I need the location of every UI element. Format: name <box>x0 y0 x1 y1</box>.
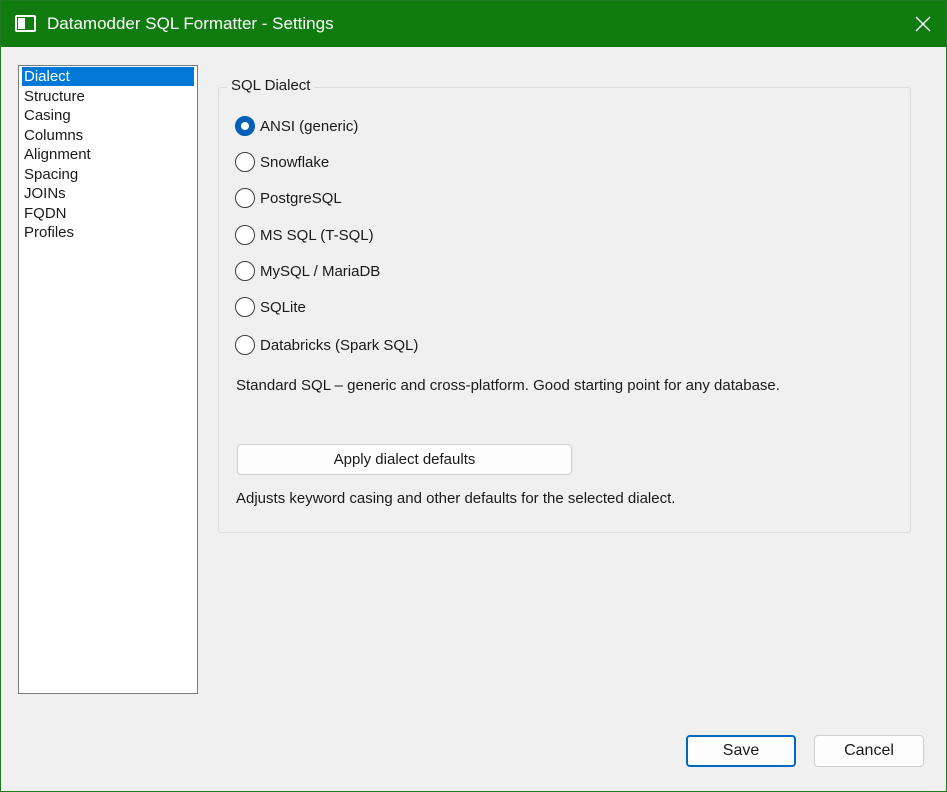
radio-button[interactable] <box>235 335 255 355</box>
radio-button[interactable] <box>235 225 255 245</box>
radio-label: MySQL / MariaDB <box>260 262 381 280</box>
sidebar-item-alignment[interactable]: Alignment <box>22 145 194 164</box>
sidebar-item-columns[interactable]: Columns <box>22 126 194 145</box>
window-icon <box>15 15 36 32</box>
radio-button[interactable] <box>235 297 255 317</box>
dialog-content: Dialect Structure Casing Columns Alignme… <box>1 47 946 791</box>
radio-label: Databricks (Spark SQL) <box>260 336 419 354</box>
sidebar-item-dialect[interactable]: Dialect <box>22 67 194 86</box>
close-button[interactable] <box>900 1 946 47</box>
apply-dialect-defaults-button[interactable]: Apply dialect defaults <box>237 444 572 475</box>
radio-button[interactable] <box>235 152 255 172</box>
save-button[interactable]: Save <box>686 735 796 767</box>
radio-button[interactable] <box>235 261 255 281</box>
radio-label: Snowflake <box>260 153 330 171</box>
radio-button-checked[interactable] <box>235 116 255 136</box>
sidebar-item-casing[interactable]: Casing <box>22 106 194 125</box>
sidebar-item-profiles[interactable]: Profiles <box>22 223 194 242</box>
window-title: Datamodder SQL Formatter - Settings <box>47 14 334 33</box>
radio-label: ANSI (generic) <box>260 117 359 135</box>
sidebar-item-fqdn[interactable]: FQDN <box>22 204 194 223</box>
radio-mssql[interactable]: MS SQL (T-SQL) <box>235 224 374 246</box>
sidebar-item-structure[interactable]: Structure <box>22 87 194 106</box>
sidebar-item-joins[interactable]: JOINs <box>22 184 194 203</box>
radio-databricks[interactable]: Databricks (Spark SQL) <box>235 334 418 356</box>
radio-postgresql[interactable]: PostgreSQL <box>235 187 342 209</box>
group-title: SQL Dialect <box>227 77 315 94</box>
radio-mysql[interactable]: MySQL / MariaDB <box>235 260 380 282</box>
radio-label: SQLite <box>260 298 306 316</box>
category-list[interactable]: Dialect Structure Casing Columns Alignme… <box>18 65 198 694</box>
radio-label: MS SQL (T-SQL) <box>260 226 374 244</box>
settings-window: Datamodder SQL Formatter - Settings Dial… <box>0 0 947 792</box>
title-bar[interactable]: Datamodder SQL Formatter - Settings <box>1 1 946 47</box>
apply-note: Adjusts keyword casing and other default… <box>236 490 676 507</box>
radio-button[interactable] <box>235 188 255 208</box>
sidebar-item-spacing[interactable]: Spacing <box>22 165 194 184</box>
radio-snowflake[interactable]: Snowflake <box>235 151 329 173</box>
cancel-button[interactable]: Cancel <box>814 735 924 767</box>
radio-label: PostgreSQL <box>260 189 342 207</box>
dialect-description: Standard SQL – generic and cross-platfor… <box>236 377 780 394</box>
radio-ansi[interactable]: ANSI (generic) <box>235 115 358 137</box>
radio-sqlite[interactable]: SQLite <box>235 296 306 318</box>
close-icon <box>915 16 931 32</box>
